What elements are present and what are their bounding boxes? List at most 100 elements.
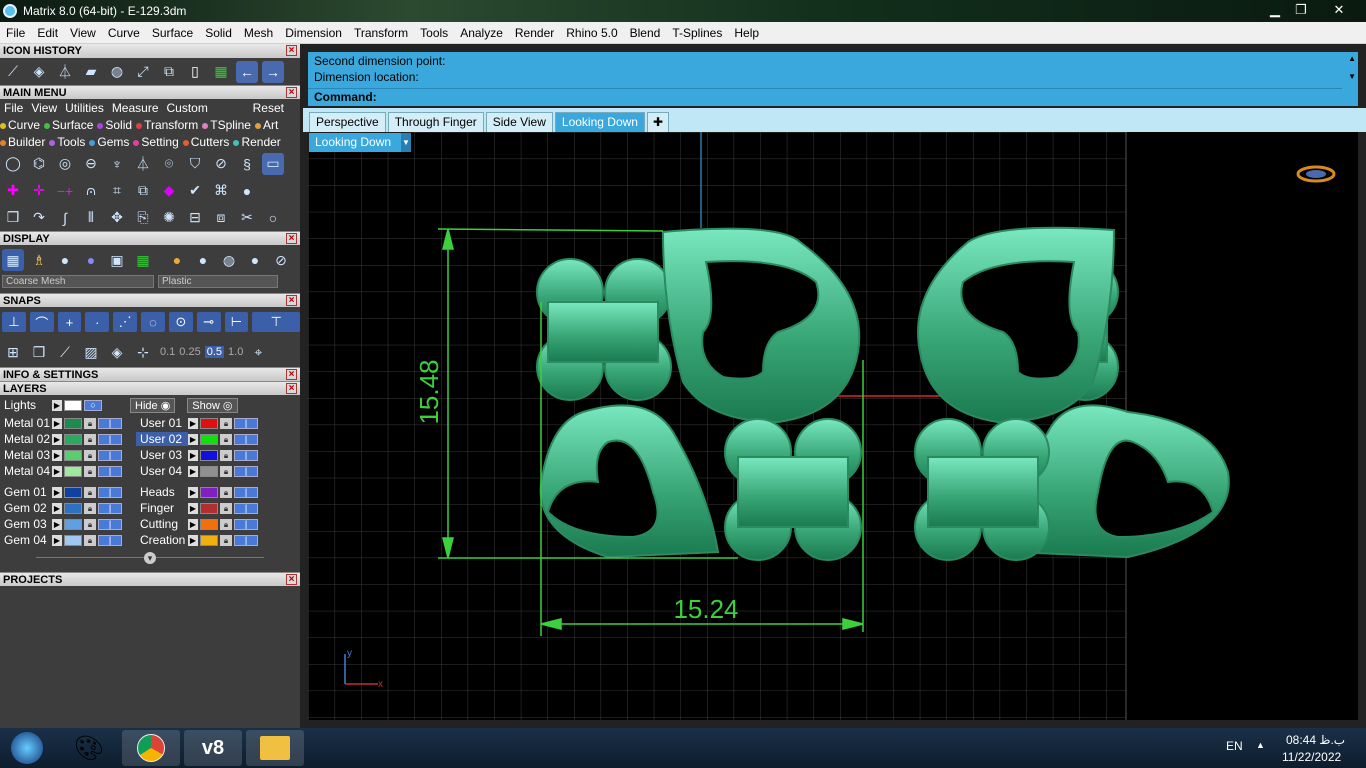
paint-taskbar-icon[interactable]: 🎨︎ bbox=[60, 730, 118, 766]
sphere-material-icon[interactable]: ● bbox=[244, 249, 266, 271]
curve-flow-icon[interactable]: ∫ bbox=[54, 207, 76, 229]
scissors-icon[interactable]: ✂ bbox=[236, 207, 258, 229]
tab-side-view[interactable]: Side View bbox=[485, 112, 553, 132]
shank-icon[interactable]: ⊖ bbox=[80, 153, 102, 175]
quad-snap-icon[interactable]: ⊢ bbox=[224, 312, 249, 332]
point-snap-icon[interactable]: + bbox=[57, 312, 82, 332]
halo-icon[interactable]: § bbox=[236, 153, 258, 175]
menu-file[interactable]: File bbox=[0, 26, 31, 40]
arrow-icon[interactable]: ▶ bbox=[52, 518, 62, 530]
language-indicator[interactable]: EN bbox=[1226, 739, 1243, 753]
glass-material-icon[interactable]: ◍ bbox=[218, 249, 240, 271]
arrow-icon[interactable]: ▶ bbox=[52, 465, 62, 477]
tab-through-finger[interactable]: Through Finger bbox=[387, 112, 484, 132]
gem-tool-icon[interactable]: ◈ bbox=[28, 61, 50, 83]
lock-icon[interactable]: 🔒︎ bbox=[220, 417, 232, 429]
arrow-icon[interactable]: ▶ bbox=[52, 449, 62, 461]
lock-icon[interactable]: 🔒︎ bbox=[220, 449, 232, 461]
menu-dimension[interactable]: Dimension bbox=[279, 26, 348, 40]
ortho-snap-icon[interactable]: ⊤ bbox=[252, 312, 300, 332]
vertex-snap-icon[interactable]: ⊹ bbox=[132, 341, 154, 363]
globe-icon[interactable]: ◍ bbox=[106, 61, 128, 83]
layer-swatch[interactable] bbox=[64, 417, 82, 429]
bbox-icon[interactable]: ⊟ bbox=[184, 207, 206, 229]
cat-setting[interactable]: Setting bbox=[133, 135, 182, 149]
arc-icon[interactable]: ↷ bbox=[28, 207, 50, 229]
dash-plus-icon[interactable]: −+ bbox=[54, 180, 76, 202]
cat-tspline[interactable]: TSpline bbox=[202, 118, 255, 132]
gold-material-icon[interactable]: ● bbox=[166, 249, 188, 271]
menu-render[interactable]: Render bbox=[509, 26, 560, 40]
layer-row[interactable]: Heads ▶ 🔒︎ | bbox=[136, 484, 258, 500]
curve-tool-icon[interactable]: ⟋ bbox=[2, 61, 24, 83]
layer-visible-toggle[interactable]: | bbox=[234, 534, 258, 546]
bezel-icon[interactable]: ⌾ bbox=[158, 153, 180, 175]
menu-analyze[interactable]: Analyze bbox=[454, 26, 509, 40]
layer-visible-toggle[interactable]: | bbox=[234, 449, 258, 461]
back-arrow-icon[interactable]: ← bbox=[236, 60, 258, 83]
layer-row[interactable]: Gem 01 ▶ 🔒︎ | bbox=[0, 484, 122, 500]
lock-icon[interactable]: 🔒︎ bbox=[84, 518, 96, 530]
layer-visible-toggle[interactable]: | bbox=[98, 465, 122, 477]
close-icon[interactable]: × bbox=[286, 233, 297, 244]
material-dropdown[interactable]: Plastic bbox=[158, 275, 278, 288]
crosshair-icon[interactable]: ⌖ bbox=[247, 341, 269, 363]
menu-blend[interactable]: Blend bbox=[624, 26, 667, 40]
layer-row[interactable]: User 02 ▶ 🔒︎ | bbox=[136, 431, 258, 447]
scale-icon[interactable]: ⤢ bbox=[132, 61, 154, 83]
cen-snap-icon[interactable]: ⋰ bbox=[113, 312, 138, 332]
sphere-icon[interactable]: ● bbox=[236, 180, 258, 202]
expand-icon[interactable]: ▭ bbox=[262, 152, 284, 175]
layer-visible-toggle[interactable]: | bbox=[234, 433, 258, 445]
diamond-snap-icon[interactable]: ◈ bbox=[106, 341, 128, 363]
show-button[interactable]: Show ◎ bbox=[187, 397, 238, 413]
lock-icon[interactable]: 🔒︎ bbox=[84, 502, 96, 514]
viewport-label[interactable]: Looking Down ▼ bbox=[309, 133, 411, 152]
cat-builder[interactable]: Builder bbox=[0, 135, 49, 149]
lights-swatch[interactable] bbox=[64, 399, 82, 411]
layer-visible-toggle[interactable]: | bbox=[234, 518, 258, 530]
snap-value-10[interactable]: 1.0 bbox=[228, 346, 243, 358]
layer-visible-toggle[interactable]: | bbox=[234, 465, 258, 477]
lock-icon[interactable]: 🔒︎ bbox=[84, 417, 96, 429]
lock-icon[interactable]: 🔒︎ bbox=[220, 518, 232, 530]
lock-icon[interactable]: 🔒︎ bbox=[220, 534, 232, 546]
menu-transform[interactable]: Transform bbox=[348, 26, 414, 40]
near-snap-icon[interactable]: ⌒ bbox=[29, 312, 54, 332]
tray-up-icon[interactable]: ▲ bbox=[1256, 740, 1265, 750]
arrow-icon[interactable]: ▶ bbox=[188, 449, 198, 461]
lock-icon[interactable]: 🔒︎ bbox=[220, 433, 232, 445]
burst-icon[interactable]: ✺ bbox=[158, 207, 180, 229]
mm-measure[interactable]: Measure bbox=[108, 101, 163, 115]
cat-cutters[interactable]: Cutters bbox=[182, 135, 234, 149]
clock-time[interactable]: 08:44 ب.ظ bbox=[1286, 733, 1345, 747]
cat-tools[interactable]: Tools bbox=[49, 135, 89, 149]
lock-icon[interactable]: 🔒︎ bbox=[220, 502, 232, 514]
layer-visible-toggle[interactable]: | bbox=[98, 417, 122, 429]
hide-button[interactable]: Hide ◉ bbox=[130, 397, 176, 413]
line-snap-icon[interactable]: ⟋ bbox=[54, 341, 76, 363]
menu-view[interactable]: View bbox=[64, 26, 102, 40]
layer-row[interactable]: Gem 04 ▶ 🔒︎ | bbox=[0, 532, 122, 548]
channel-icon[interactable]: ⊘ bbox=[210, 153, 232, 175]
lights-toggle[interactable]: ○ bbox=[84, 399, 102, 411]
cat-solid[interactable]: Solid bbox=[97, 118, 136, 132]
lock-icon[interactable]: 🔒︎ bbox=[84, 486, 96, 498]
mm-utilities[interactable]: Utilities bbox=[61, 101, 108, 115]
arrow-icon[interactable]: ▶ bbox=[52, 502, 62, 514]
arrow-icon[interactable]: ▶ bbox=[188, 486, 198, 498]
close-icon[interactable]: × bbox=[286, 574, 297, 585]
plus-icon[interactable]: ✚ bbox=[2, 180, 24, 202]
layer-row[interactable]: User 04 ▶ 🔒︎ | bbox=[136, 463, 258, 479]
menu-edit[interactable]: Edit bbox=[31, 26, 64, 40]
layer-row[interactable]: Cutting ▶ 🔒︎ | bbox=[136, 516, 258, 532]
snap-value-05[interactable]: 0.5 bbox=[204, 346, 225, 358]
cubes-icon[interactable]: ❒ bbox=[2, 207, 24, 229]
lock-icon[interactable]: 🔒︎ bbox=[84, 433, 96, 445]
lock-icon[interactable]: 🔒︎ bbox=[220, 465, 232, 477]
arrow-icon[interactable]: ▶ bbox=[52, 486, 62, 498]
box-snap-icon[interactable]: ❒ bbox=[28, 341, 50, 363]
layer-swatch[interactable] bbox=[64, 465, 82, 477]
xray-icon[interactable]: ▣ bbox=[106, 249, 128, 271]
mm-view[interactable]: View bbox=[27, 101, 61, 115]
